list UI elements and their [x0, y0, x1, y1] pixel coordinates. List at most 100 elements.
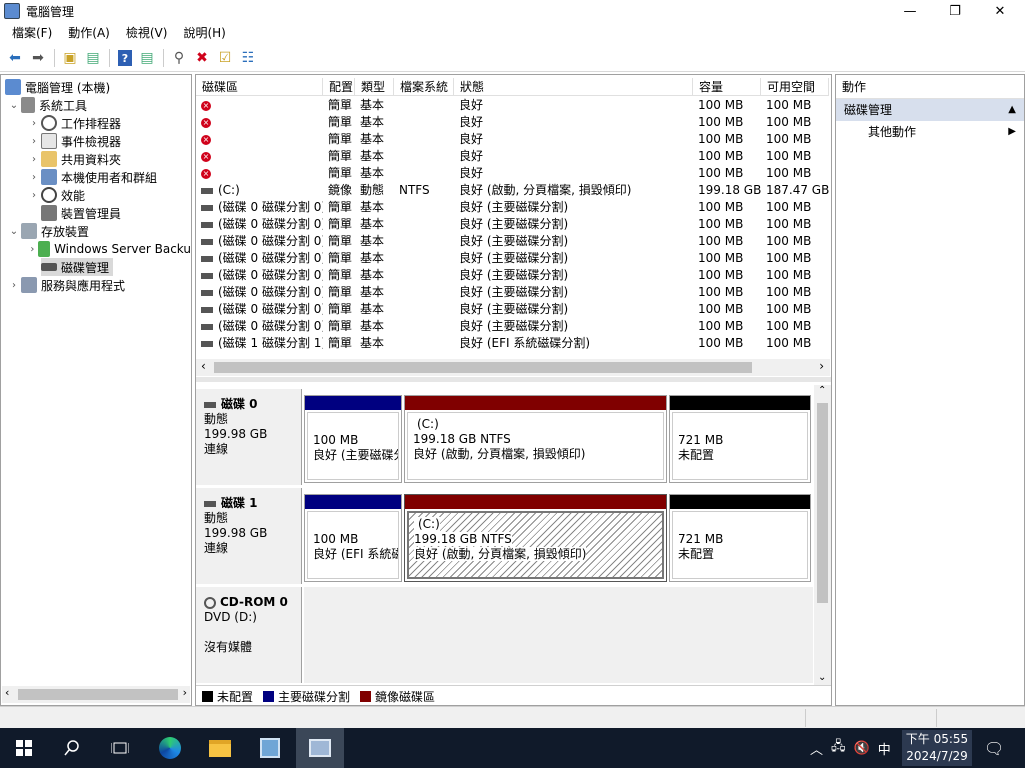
column-header-free-space[interactable]: 可用空間	[761, 78, 829, 96]
menu-help[interactable]: 說明(H)	[175, 22, 233, 44]
task-view-button[interactable]	[96, 728, 144, 768]
table-row[interactable]: (磁碟 0 磁碟分割 0) 簡單 基本 良好 (主要磁碟分割) 100 MB 100 MB	[196, 233, 829, 250]
show-hide-tree-icon[interactable]: ▤	[82, 47, 104, 69]
check-icon[interactable]: ☑	[214, 47, 236, 69]
tree-item-storage[interactable]: ⌄ 存放裝置	[7, 222, 89, 240]
chevron-right-icon[interactable]: ›	[7, 280, 21, 291]
table-row[interactable]: (磁碟 0 磁碟分割 0) 簡單 基本 良好 (主要磁碟分割) 100 MB 100 MB	[196, 267, 829, 284]
column-header-filesystem[interactable]: 檔案系統	[394, 78, 454, 96]
chevron-right-icon[interactable]: ›	[27, 154, 41, 165]
up-folder-icon[interactable]: ▣	[59, 47, 81, 69]
edge-button[interactable]	[146, 728, 194, 768]
properties-icon[interactable]: ☷	[237, 47, 259, 69]
disk-0-partition-c[interactable]: (C:) 199.18 GB NTFS 良好 (啟動, 分頁檔案, 損毀傾印)	[404, 395, 667, 483]
disk-0-label[interactable]: 磁碟 0 動態 199.98 GB 連線	[196, 389, 302, 485]
table-row[interactable]: (磁碟 1 磁碟分割 1) 簡單 基本 良好 (EFI 系統磁碟分割) 100 MB 10…	[196, 335, 829, 352]
close-button[interactable]: ✕	[977, 0, 1023, 22]
chevron-down-icon[interactable]: ⌄	[7, 100, 21, 111]
chevron-right-icon[interactable]: ›	[27, 244, 38, 255]
table-row[interactable]: × 簡單 基本 良好 100 MB 100 MB	[196, 114, 829, 131]
volume-muted-icon[interactable]: 🔇	[854, 741, 870, 756]
disk-0-partition-1[interactable]: 100 MB 良好 (主要磁碟分	[304, 395, 402, 483]
tree-item-windows-backup[interactable]: › Windows Server Backu	[27, 240, 191, 258]
connect-drive-icon[interactable]: ⚲	[168, 47, 190, 69]
menu-action[interactable]: 動作(A)	[60, 22, 118, 44]
computer-management-taskbar-button[interactable]	[296, 728, 344, 768]
chevron-right-icon[interactable]: ›	[27, 172, 41, 183]
scrollbar-thumb[interactable]	[18, 689, 178, 700]
chevron-right-icon[interactable]: ›	[27, 190, 41, 201]
tree-item-device-manager[interactable]: 裝置管理員	[41, 204, 121, 222]
disk-0-unallocated[interactable]: 721 MB 未配置	[669, 395, 811, 483]
column-header-status[interactable]: 狀態	[454, 78, 693, 96]
actions-section-disk-management[interactable]: 磁碟管理 ▲	[836, 99, 1024, 121]
disk-1-partition-1[interactable]: 100 MB 良好 (EFI 系統磁	[304, 494, 402, 582]
menu-view[interactable]: 檢視(V)	[118, 22, 176, 44]
primary-partition-bar	[305, 495, 401, 509]
pane-splitter[interactable]	[196, 377, 831, 382]
column-header-type[interactable]: 類型	[355, 78, 394, 96]
table-row[interactable]: (C:) 鏡像 動態 NTFS 良好 (啟動, 分頁檔案, 損毀傾印) 199.18 GB…	[196, 182, 829, 199]
tree-item-task-scheduler[interactable]: › 工作排程器	[27, 114, 121, 132]
column-header-capacity[interactable]: 容量	[693, 78, 761, 96]
table-row[interactable]: (磁碟 0 磁碟分割 0) 簡單 基本 良好 (主要磁碟分割) 100 MB 100 MB	[196, 301, 829, 318]
ime-indicator[interactable]: 中	[878, 739, 891, 758]
minimize-button[interactable]: —	[887, 0, 933, 22]
disk-1-label[interactable]: 磁碟 1 動態 199.98 GB 連線	[196, 488, 302, 584]
table-row[interactable]: × 簡單 基本 良好 100 MB 100 MB	[196, 165, 829, 182]
clock[interactable]: 下午 05:55 2024/7/29	[902, 730, 972, 766]
delete-icon[interactable]: ✖	[191, 47, 213, 69]
table-row[interactable]: (磁碟 0 磁碟分割 0) 簡單 基本 良好 (主要磁碟分割) 100 MB 100 MB	[196, 284, 829, 301]
scroll-right-icon[interactable]: ›	[819, 359, 824, 373]
column-header-volume[interactable]: 磁碟區	[196, 78, 323, 96]
tree-item-performance[interactable]: › 效能	[27, 186, 85, 204]
cdrom-label[interactable]: CD-ROM 0 DVD (D:) 沒有媒體	[196, 587, 302, 683]
volume-list-horizontal-scrollbar[interactable]: ‹ ›	[196, 359, 830, 376]
disk-1-partition-c-selected[interactable]: (C:) 199.18 GB NTFS 良好 (啟動, 分頁檔案, 損毀傾印)	[404, 494, 667, 582]
back-arrow-icon[interactable]: ⬅	[4, 47, 26, 69]
menu-file[interactable]: 檔案(F)	[4, 22, 60, 44]
chevron-right-icon[interactable]: ›	[27, 118, 41, 129]
disk-1-unallocated[interactable]: 721 MB 未配置	[669, 494, 811, 582]
chevron-up-icon[interactable]: ︿	[810, 739, 823, 758]
table-row[interactable]: (磁碟 0 磁碟分割 0) 簡單 基本 良好 (主要磁碟分割) 100 MB 100 MB	[196, 199, 829, 216]
chevron-right-icon[interactable]: ›	[27, 136, 41, 147]
tree-item-disk-management[interactable]: 磁碟管理	[41, 258, 114, 276]
maximize-button[interactable]: ❐	[932, 0, 978, 22]
forward-arrow-icon[interactable]: ➡	[27, 47, 49, 69]
scroll-right-icon[interactable]: ›	[183, 686, 187, 699]
file-explorer-button[interactable]	[196, 728, 244, 768]
tree-item-local-users[interactable]: › 本機使用者和群組	[27, 168, 157, 186]
scroll-left-icon[interactable]: ‹	[5, 686, 9, 699]
tree-horizontal-scrollbar[interactable]: ‹ ›	[2, 686, 190, 703]
scroll-up-icon[interactable]: ⌃	[818, 385, 826, 396]
table-row[interactable]: × 簡單 基本 良好 100 MB 100 MB	[196, 148, 829, 165]
start-button[interactable]	[0, 728, 48, 768]
tree-item-services[interactable]: › 服務與應用程式	[7, 276, 125, 294]
column-header-layout[interactable]: 配置	[323, 78, 355, 96]
scrollbar-thumb[interactable]	[817, 403, 828, 603]
table-row[interactable]: (磁碟 0 磁碟分割 0) 簡單 基本 良好 (主要磁碟分割) 100 MB 100 MB	[196, 216, 829, 233]
table-row[interactable]: × 簡單 基本 良好 100 MB 100 MB	[196, 97, 829, 114]
server-manager-button[interactable]	[246, 728, 294, 768]
tree-item-root[interactable]: 電腦管理 (本機)	[5, 78, 110, 96]
notification-button[interactable]: 🗨	[984, 728, 1004, 768]
disk-map-vertical-scrollbar[interactable]: ⌃ ⌄	[814, 385, 831, 685]
disk-type: 動態	[204, 511, 229, 525]
tree-item-shared-folders[interactable]: › 共用資料夾	[27, 150, 121, 168]
tree-item-system-tools[interactable]: ⌄ 系統工具	[7, 96, 87, 114]
collapse-up-icon[interactable]: ▲	[1008, 99, 1016, 121]
scroll-down-icon[interactable]: ⌄	[818, 672, 826, 683]
chevron-down-icon[interactable]: ⌄	[7, 226, 21, 237]
network-icon[interactable]: 🖧	[831, 737, 846, 759]
scroll-left-icon[interactable]: ‹	[201, 359, 206, 373]
table-row[interactable]: (磁碟 0 磁碟分割 0) 簡單 基本 良好 (主要磁碟分割) 100 MB 100 MB	[196, 250, 829, 267]
table-row[interactable]: (磁碟 0 磁碟分割 0) 簡單 基本 良好 (主要磁碟分割) 100 MB 100 MB	[196, 318, 829, 335]
show-action-pane-icon[interactable]: ▤	[136, 47, 158, 69]
tree-item-event-viewer[interactable]: › 事件檢視器	[27, 132, 121, 150]
search-button[interactable]	[48, 728, 96, 768]
table-row[interactable]: × 簡單 基本 良好 100 MB 100 MB	[196, 131, 829, 148]
help-icon[interactable]: ?	[118, 50, 132, 66]
scrollbar-thumb[interactable]	[214, 362, 752, 373]
actions-more-actions[interactable]: 其他動作 ▶	[836, 121, 1024, 143]
